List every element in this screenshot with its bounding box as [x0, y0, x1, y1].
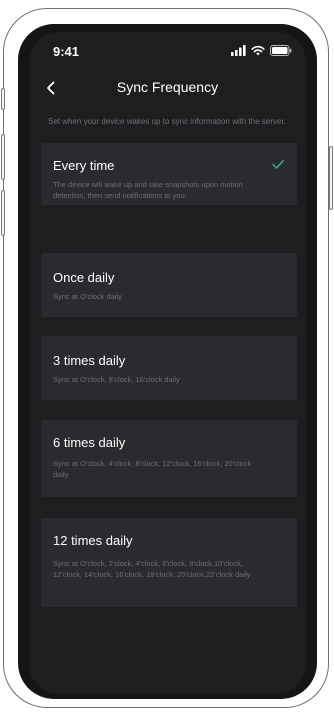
status-time: 9:41	[53, 44, 80, 59]
option-title: 3 times daily	[53, 353, 126, 368]
side-button-power	[329, 146, 333, 210]
option-description: Sync at O'clock, 2'clock, 4'clock, 6'clo…	[53, 559, 251, 579]
check-icon	[272, 159, 284, 169]
battery-icon	[270, 44, 292, 56]
option-title: Every time	[53, 158, 115, 173]
app-screen: 9:41 Sync Frequency Set when your device…	[29, 32, 306, 694]
option-title: 6 times daily	[53, 435, 126, 450]
wifi-icon	[251, 45, 265, 55]
page-title: Sync Frequency	[116, 79, 219, 95]
side-button-mute	[1, 88, 5, 110]
option-12-times-daily[interactable]: 12 times daily Sync at O'clock, 2'clock,…	[41, 518, 297, 607]
option-title: 12 times daily	[53, 533, 133, 548]
option-description: Sync at O'clock, 8'clock, 16'clock daily	[53, 375, 180, 384]
option-description: The device will wake up and take snapsho…	[53, 180, 243, 200]
page-description: Set when your device wakes up to sync in…	[48, 117, 286, 126]
option-description: Sync at O'clock, 4'clock, 8'clock, 12'cl…	[53, 459, 252, 479]
option-every-time[interactable]: Every time The device will wake up and t…	[41, 143, 297, 205]
side-button-volume-up	[1, 134, 5, 180]
option-3-times-daily[interactable]: 3 times daily Sync at O'clock, 8'clock, …	[41, 336, 297, 400]
side-button-volume-down	[1, 190, 5, 236]
signal-icon	[231, 44, 246, 56]
option-description: Sync at O'clock daily	[53, 292, 122, 301]
status-icons	[231, 44, 292, 56]
option-title: Once daily	[53, 270, 115, 285]
option-once-daily[interactable]: Once daily Sync at O'clock daily	[41, 253, 297, 317]
status-bar: 9:41	[29, 32, 306, 66]
nav-bar: Sync Frequency	[29, 72, 306, 106]
option-6-times-daily[interactable]: 6 times daily Sync at O'clock, 4'clock, …	[41, 420, 297, 497]
